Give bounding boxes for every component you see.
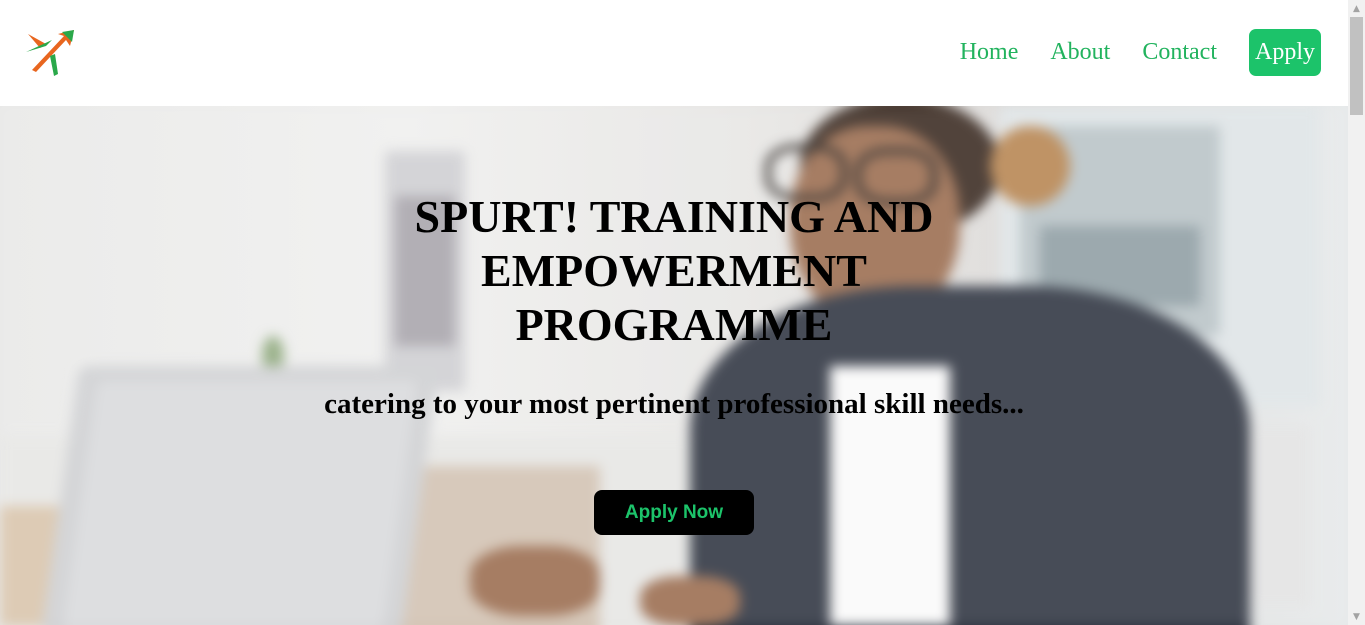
page-scrollbar[interactable]: ▲ ▼ (1348, 0, 1365, 625)
nav-link-about[interactable]: About (1050, 39, 1110, 66)
scroll-up-arrow-icon[interactable]: ▲ (1348, 0, 1365, 17)
nav-link-home[interactable]: Home (960, 39, 1019, 66)
nav-apply-button[interactable]: Apply (1249, 29, 1321, 76)
brand-logo-icon[interactable] (24, 26, 78, 78)
hero-subtitle: catering to your most pertinent professi… (324, 388, 1024, 420)
nav-links: Home About Contact Apply (928, 29, 1321, 76)
top-navbar: Home About Contact Apply (0, 0, 1348, 106)
scroll-down-arrow-icon[interactable]: ▼ (1348, 608, 1365, 625)
hero-content: SPURT! TRAINING AND EMPOWERMENT PROGRAMM… (0, 106, 1348, 625)
hero-section: SPURT! TRAINING AND EMPOWERMENT PROGRAMM… (0, 106, 1348, 625)
apply-now-button[interactable]: Apply Now (594, 490, 754, 535)
hero-title: SPURT! TRAINING AND EMPOWERMENT PROGRAMM… (414, 191, 934, 350)
scrollbar-thumb[interactable] (1350, 17, 1363, 115)
nav-link-contact[interactable]: Contact (1142, 39, 1217, 66)
